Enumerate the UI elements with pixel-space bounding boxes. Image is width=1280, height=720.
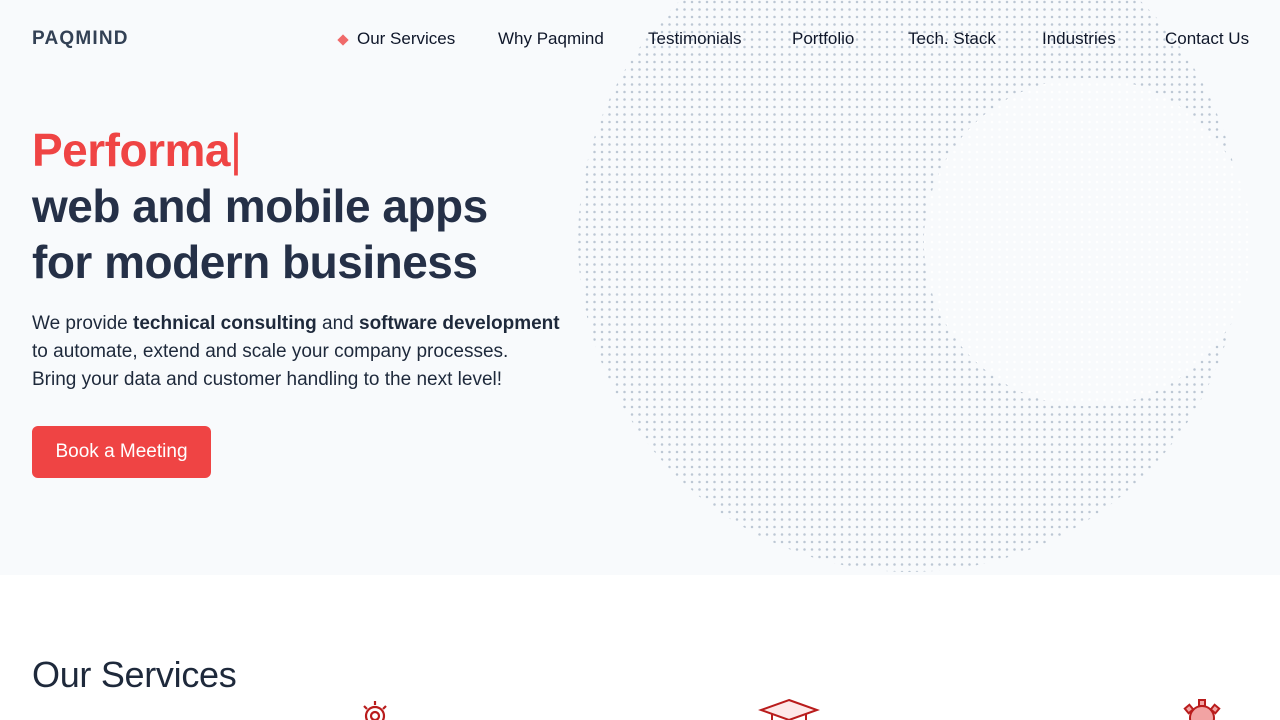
typed-word: Performa	[32, 124, 230, 176]
logo[interactable]: PAQMIND	[32, 28, 129, 50]
nav-portfolio[interactable]: Portfolio	[792, 29, 854, 49]
description-text: and	[316, 313, 359, 334]
gear-icon	[363, 701, 387, 720]
typing-cursor: |	[229, 124, 242, 176]
description-line-2: to automate, extend and scale your compa…	[32, 341, 509, 362]
headline-line-2: web and mobile apps	[32, 180, 488, 232]
description-text: We provide	[32, 313, 134, 334]
hero-headline: Performa| web and mobile apps for modern…	[32, 122, 488, 290]
nav-contact-us[interactable]: Contact Us	[1165, 29, 1249, 49]
description-line-3: Bring your data and customer handling to…	[32, 369, 503, 390]
nav-our-services[interactable]: Our Services	[357, 29, 455, 49]
description-bold-consulting: technical consulting	[133, 313, 317, 334]
diamond-icon	[337, 34, 349, 46]
book-meeting-button[interactable]: Book a Meeting	[32, 426, 211, 478]
nav-why-paqmind[interactable]: Why Paqmind	[498, 29, 604, 49]
gear-speed-icon	[1183, 699, 1221, 720]
graduation-cap-icon	[758, 698, 820, 720]
nav-testimonials[interactable]: Testimonials	[648, 29, 742, 49]
top-navbar: PAQMIND Our Services Why Paqmind Testimo…	[0, 0, 1280, 80]
nav-industries[interactable]: Industries	[1042, 29, 1116, 49]
hero-description: We provide technical consulting and soft…	[32, 310, 572, 394]
headline-line-3: for modern business	[32, 236, 478, 288]
nav-tech-stack[interactable]: Tech. Stack	[908, 29, 996, 49]
description-bold-development: software development	[359, 313, 560, 334]
headline-line-1: Performa|	[32, 122, 488, 178]
description-line-1: We provide technical consulting and soft…	[32, 310, 572, 338]
services-title: Our Services	[32, 654, 237, 695]
